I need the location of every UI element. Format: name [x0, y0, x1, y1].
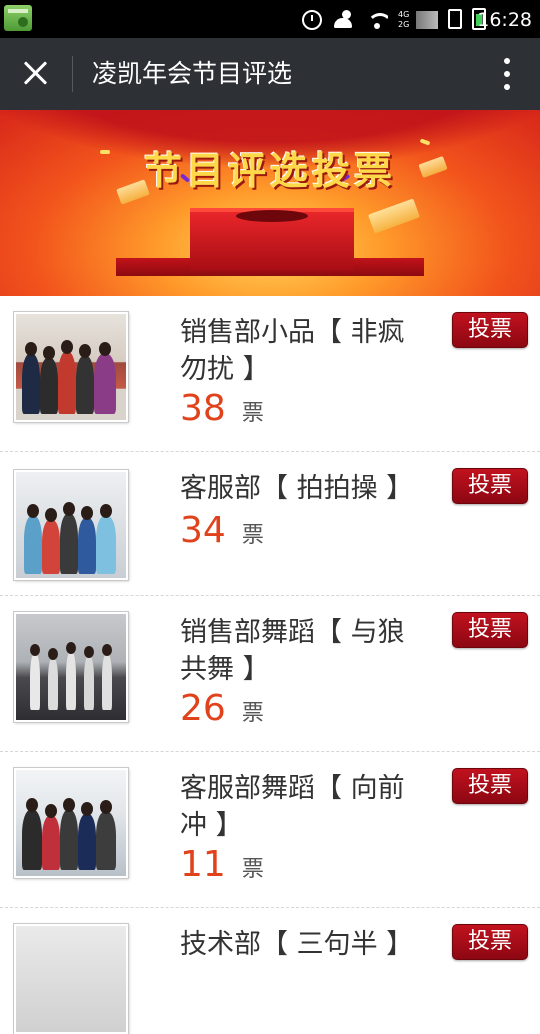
vote-number: 38	[180, 388, 226, 429]
list-item: 客服部【 拍拍操 】 34 票 投票	[0, 452, 540, 596]
contacts-icon	[332, 8, 356, 30]
vote-number: 34	[180, 510, 226, 551]
program-name: 销售部舞蹈【 与狼共舞 】	[180, 617, 405, 685]
gold-ticket-decoration	[368, 198, 420, 234]
more-vertical-icon[interactable]	[502, 56, 512, 92]
banner: 节目评选投票	[0, 110, 540, 296]
program-name: 客服部舞蹈【 向前冲 】	[180, 773, 405, 841]
program-list: 销售部小品【 非疯勿扰 】 38 票 投票 客服部【 拍拍操 】 34 票 投票	[0, 296, 540, 1034]
sim-icon	[448, 9, 462, 29]
vote-number: 11	[180, 844, 226, 885]
program-photo[interactable]	[14, 470, 128, 580]
program-name: 客服部【 拍拍操 】	[180, 473, 414, 504]
vote-button[interactable]: 投票	[452, 468, 528, 504]
program-photo[interactable]	[14, 768, 128, 878]
vote-button[interactable]: 投票	[452, 312, 528, 348]
list-item: 技术部【 三句半 】 投票	[0, 908, 540, 1034]
close-icon[interactable]	[18, 56, 54, 92]
vote-count: 26 票	[180, 688, 264, 729]
list-item: 销售部舞蹈【 与狼共舞 】 26 票 投票	[0, 596, 540, 752]
network-type-bottom: 2G	[398, 20, 410, 29]
vote-count: 38 票	[180, 388, 264, 429]
program-name: 销售部小品【 非疯勿扰 】	[180, 317, 405, 385]
app-bar: 凌凯年会节目评选	[0, 38, 540, 110]
program-photo[interactable]	[14, 312, 128, 422]
program-name: 技术部【 三句半 】	[180, 929, 414, 960]
status-icons: 4G 2G	[302, 7, 486, 31]
vote-button[interactable]: 投票	[452, 612, 528, 648]
vote-unit: 票	[241, 523, 264, 548]
network-type-top: 4G	[398, 10, 410, 19]
vote-number: 26	[180, 688, 226, 729]
vote-button[interactable]: 投票	[452, 768, 528, 804]
vote-unit: 票	[241, 701, 264, 726]
vote-count: 34 票	[180, 510, 264, 551]
app-icon	[4, 5, 32, 31]
alarm-icon	[302, 9, 322, 30]
wifi-icon	[366, 9, 388, 29]
page-title: 凌凯年会节目评选	[92, 59, 293, 88]
vote-unit: 票	[241, 857, 264, 882]
program-photo[interactable]	[14, 612, 128, 722]
vote-unit: 票	[241, 401, 264, 426]
list-item: 客服部舞蹈【 向前冲 】 11 票 投票	[0, 752, 540, 908]
vote-button[interactable]: 投票	[452, 924, 528, 960]
divider	[72, 56, 73, 92]
vote-count: 11 票	[180, 844, 264, 885]
status-time: 16:28	[477, 9, 532, 31]
program-photo[interactable]	[14, 924, 128, 1034]
signal-icon: 4G 2G	[398, 9, 438, 29]
list-item: 销售部小品【 非疯勿扰 】 38 票 投票	[0, 296, 540, 452]
status-bar: 4G 2G 16:28	[0, 0, 540, 38]
banner-title: 节目评选投票	[143, 149, 396, 193]
